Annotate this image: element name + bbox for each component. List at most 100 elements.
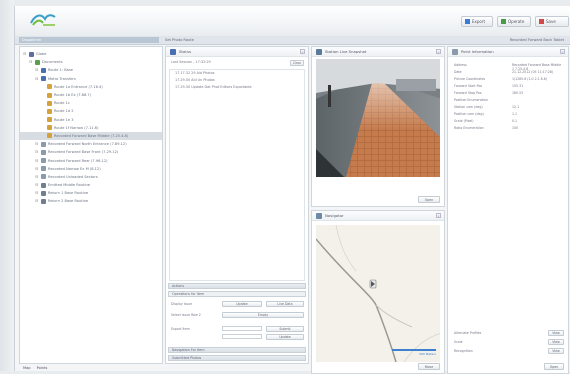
row-label: Display Issue [171, 302, 193, 306]
tree-node-icon [47, 92, 52, 98]
tree-item[interactable]: ⊟ Recorded Forward Base Front (7.29.12) [20, 148, 162, 156]
expand-icon[interactable]: ⊟ [35, 68, 39, 72]
info-value: 12.1 [512, 105, 520, 109]
expand-icon[interactable]: ⊟ [35, 199, 39, 203]
close-icon[interactable]: × [560, 49, 565, 54]
tree-item[interactable]: ⊟ Metro Transfers [20, 75, 162, 83]
operations-section-header[interactable]: Operations for Item [168, 291, 306, 297]
tree-item[interactable]: ⊟ Route 1: Base [20, 66, 162, 74]
close-icon[interactable]: × [436, 213, 441, 218]
tab-map[interactable]: Map [23, 366, 31, 370]
point-info-panel: Point Information × Address Recorded Forw… [447, 46, 569, 374]
tree-node-icon [35, 59, 40, 65]
clear-button[interactable]: Clear [290, 60, 304, 66]
expand-icon[interactable]: ⊟ [35, 142, 39, 146]
expand-icon[interactable]: ⊟ [35, 158, 39, 163]
tree-node-icon [47, 133, 52, 139]
tree-item-label: Recorded Forward North Entrance (7.89.12… [48, 142, 127, 147]
tree-item[interactable]: ⊟ Emitted Middle Routine [20, 181, 162, 189]
tree-item[interactable]: ⊟ Recorded Unloaded Sectors [20, 173, 162, 181]
expand-icon[interactable]: ⊟ [35, 166, 39, 171]
tree-item[interactable]: Route 1d 2 [20, 107, 162, 115]
expand-icon[interactable]: ⊟ [35, 150, 39, 154]
close-icon[interactable]: × [436, 49, 441, 54]
expand-icon[interactable] [41, 93, 45, 97]
expand-icon[interactable] [41, 85, 45, 89]
submitted-photos-section-header[interactable]: Submitted Photos [168, 355, 306, 361]
info-value: 0.1 [512, 119, 518, 123]
status-icon [170, 48, 176, 55]
expand-icon[interactable] [41, 109, 45, 113]
expand-icon[interactable]: ⊟ [35, 183, 39, 187]
tree-node-icon [41, 76, 46, 82]
recognition-view-button[interactable]: View [548, 348, 564, 354]
tab-points[interactable]: Points [37, 366, 48, 370]
point-info-title: Point Information × [448, 47, 568, 57]
expand-icon[interactable] [41, 134, 45, 138]
tree-item-label: Globe [36, 52, 47, 57]
tree-item[interactable]: Route 1e 3 [20, 116, 162, 124]
tree-item[interactable]: Recorded Forward Base Middle (7.25.4.8) [20, 131, 162, 141]
save-button[interactable]: Save [535, 16, 569, 27]
expand-icon[interactable]: ⊟ [29, 60, 33, 64]
tree-item[interactable]: ⊟ Return 2 Base Routine [20, 197, 162, 205]
map-view[interactable] [316, 225, 440, 362]
expand-icon[interactable]: ⊟ [35, 174, 39, 179]
application-window: Export Operate Save Dispatcher Set Photo… [14, 6, 570, 374]
operate-button[interactable]: Operate [497, 16, 531, 27]
tree-item[interactable]: Route 1c [20, 99, 162, 107]
info-row: Scale (Pixel) 0.1 [454, 119, 562, 125]
alternate-profiles-view-button[interactable]: View [548, 330, 564, 336]
map-scale-label: 500 Meters [419, 352, 436, 356]
expand-icon[interactable]: ⊟ [23, 52, 27, 56]
log-line: 17.29.00 Aid Un Photos [175, 78, 215, 82]
status-header-row: Last Session - 17:32:29 Clear [166, 59, 308, 67]
session-label: Last Session - 17:32:29 [171, 60, 211, 64]
map-panel-title: Navigator × [312, 211, 444, 221]
empty-button[interactable]: Empty [222, 312, 304, 318]
photo-open-button[interactable]: Open [418, 196, 440, 203]
tree-item-label: Documents [42, 60, 63, 65]
scale-view-button[interactable]: View [548, 339, 564, 345]
close-icon[interactable]: × [300, 49, 305, 54]
expand-icon[interactable]: ⊟ [35, 191, 39, 195]
tree-node-icon [41, 182, 46, 188]
export-input[interactable] [222, 326, 262, 331]
info-open-button[interactable]: Open [544, 363, 564, 370]
expand-icon[interactable] [41, 126, 45, 130]
tree-item[interactable]: ⊟ Return 1 Base Routine [20, 189, 162, 197]
tree-item[interactable]: Route 1a Entrance (7.16.4) [20, 83, 162, 91]
log-line: 17.29.30 Update Dat Phot Editors Exporta… [175, 85, 252, 89]
actions-section-header[interactable]: Actions [168, 283, 306, 289]
tree-item[interactable]: ⊟ Recorded Forward Rear (7.96.12) [20, 156, 162, 164]
submit-button[interactable]: Submit [266, 326, 304, 332]
export-button[interactable]: Export [461, 16, 493, 27]
update-button-2[interactable]: Update [266, 334, 304, 340]
map-move-button[interactable]: Move [418, 363, 440, 370]
tab-dispatcher[interactable]: Dispatcher [19, 37, 159, 43]
update-button[interactable]: Update [222, 301, 262, 307]
expand-icon[interactable]: ⊟ [35, 76, 39, 81]
info-key: Picture Coordinates [454, 77, 486, 81]
tree-item[interactable]: ⊟ Documents [20, 58, 162, 66]
navigation-section-header[interactable]: Navigation For Item [168, 347, 306, 353]
tree-item-label: Route 1b Ex (7.88.7) [54, 93, 92, 98]
expand-icon[interactable] [41, 118, 45, 122]
info-row: Forward Stop Pos 160.53 [454, 91, 562, 97]
tree-item[interactable]: Route 1b Ex (7.88.7) [20, 91, 162, 99]
status-panel: Status × Last Session - 17:32:29 Clear 1… [165, 46, 309, 364]
info-row: Ratio Enumeration 100 [454, 126, 562, 132]
tree-node-icon [47, 125, 52, 131]
tree-item[interactable]: ⊟ Recorded Forward North Entrance (7.89.1… [20, 140, 162, 148]
expand-icon[interactable] [41, 101, 45, 105]
info-key: Forward Start Pos [454, 84, 483, 88]
photo-panel-title: Station Live Snapshot × [312, 47, 444, 57]
export-input-2[interactable] [222, 334, 262, 339]
tree-item[interactable]: Route 1f Narrow (7.11.6) [20, 124, 162, 132]
tree-item-label: Recorded Forward Base Middle (7.25.4.8) [54, 133, 129, 138]
tree-item[interactable]: ⊟ Globe [20, 50, 162, 58]
live-data-button[interactable]: Live Data [266, 301, 304, 307]
tree-item-label: Return 2 Base Routine [48, 199, 89, 204]
tree-item-label: Return 1 Base Routine [48, 191, 89, 196]
tree-item[interactable]: ⊟ Recorded Narrow Ex M (8.12) [20, 165, 162, 173]
